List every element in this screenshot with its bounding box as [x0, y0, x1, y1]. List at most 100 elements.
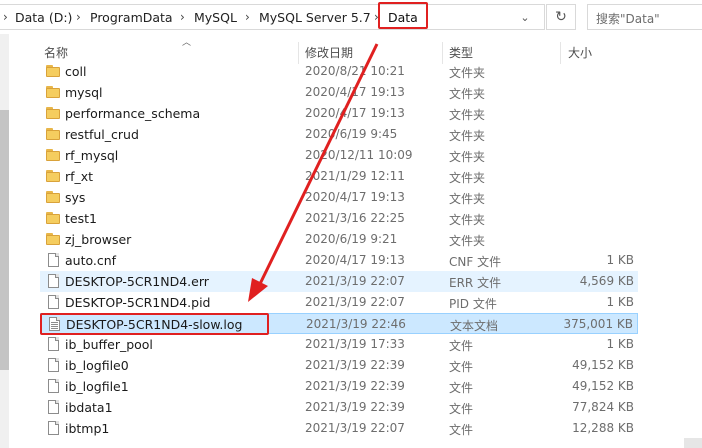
- file-name: ib_logfile0: [65, 358, 129, 373]
- file-type: 文件夹: [449, 87, 486, 101]
- file-icon: [46, 379, 60, 393]
- chevron-right-icon[interactable]: ›: [245, 10, 250, 24]
- file-row[interactable]: sys 2020/4/17 19:13 文件夹: [40, 187, 638, 208]
- file-name: restful_crud: [65, 127, 139, 142]
- folder-icon: [46, 127, 60, 141]
- file-row[interactable]: rf_mysql 2020/12/11 10:09 文件夹: [40, 145, 638, 166]
- file-row[interactable]: restful_crud 2020/6/19 9:45 文件夹: [40, 124, 638, 145]
- breadcrumb-item-programdata[interactable]: ProgramData: [90, 10, 173, 25]
- file-row[interactable]: coll 2020/8/21 10:21 文件夹: [40, 61, 638, 82]
- file-date: 2020/6/19 9:21: [305, 232, 398, 246]
- folder-icon: [46, 64, 60, 78]
- breadcrumb-item-mysql[interactable]: MySQL: [194, 10, 237, 25]
- scrollbar-corner[interactable]: [684, 438, 702, 448]
- file-type: 文件: [449, 339, 474, 353]
- file-date: 2021/1/29 12:11: [305, 169, 405, 183]
- chevron-right-icon[interactable]: ›: [76, 10, 81, 24]
- file-type: 文本文档: [450, 319, 499, 333]
- file-date: 2021/3/19 22:07: [305, 295, 405, 309]
- file-size: 1 KB: [606, 337, 634, 351]
- file-size: 375,001 KB: [563, 317, 633, 331]
- file-date: 2021/3/19 22:46: [306, 317, 406, 331]
- file-date: 2021/3/19 17:33: [305, 337, 405, 351]
- file-explorer-window: { "breadcrumb": { "items": ["Data (D:)",…: [0, 0, 702, 448]
- breadcrumb[interactable]: › Data (D:) › ProgramData › MySQL › MySQ…: [0, 4, 545, 30]
- file-size: 12,288 KB: [572, 421, 634, 435]
- file-type: PID 文件: [449, 297, 497, 311]
- file-type: 文件: [449, 381, 474, 395]
- search-input[interactable]: 搜索"Data": [587, 4, 702, 30]
- chevron-down-icon[interactable]: ⌄: [512, 4, 538, 30]
- file-date: 2021/3/16 22:25: [305, 211, 405, 225]
- file-type: 文件夹: [449, 213, 486, 227]
- file-type: 文件夹: [449, 108, 486, 122]
- file-name: DESKTOP-5CR1ND4.err: [65, 274, 209, 289]
- folder-icon: [46, 106, 60, 120]
- file-row[interactable]: mysql 2020/4/17 19:13 文件夹: [40, 82, 638, 103]
- chevron-right-icon[interactable]: ›: [180, 10, 185, 24]
- file-name: zj_browser: [65, 232, 132, 247]
- file-row[interactable]: auto.cnf 2020/4/17 19:13 CNF 文件 1 KB: [40, 250, 638, 271]
- file-row[interactable]: ib_logfile1 2021/3/19 22:39 文件 49,152 KB: [40, 376, 638, 397]
- file-name: performance_schema: [65, 106, 201, 121]
- column-name[interactable]: 名称: [44, 44, 68, 61]
- file-size: 1 KB: [606, 295, 634, 309]
- file-row[interactable]: zj_browser 2020/6/19 9:21 文件夹: [40, 229, 638, 250]
- annotation-box-slow-log: [40, 313, 269, 335]
- folder-icon: [46, 232, 60, 246]
- file-list: coll 2020/8/21 10:21 文件夹 mysql 2020/4/17 19:…: [40, 61, 638, 439]
- file-icon: [46, 400, 60, 414]
- nav-scrollbar-thumb[interactable]: [0, 110, 9, 370]
- file-size: 49,152 KB: [572, 358, 634, 372]
- file-type: 文件夹: [449, 234, 486, 248]
- file-row[interactable]: ib_logfile0 2021/3/19 22:39 文件 49,152 KB: [40, 355, 638, 376]
- file-date: 2020/4/17 19:13: [305, 85, 405, 99]
- refresh-icon[interactable]: ↻: [546, 4, 576, 30]
- file-size: 49,152 KB: [572, 379, 634, 393]
- file-row[interactable]: test1 2021/3/16 22:25 文件夹: [40, 208, 638, 229]
- column-size[interactable]: 大小: [568, 44, 592, 61]
- breadcrumb-item-drive[interactable]: Data (D:): [15, 10, 72, 25]
- file-icon: [46, 337, 60, 351]
- file-type: 文件夹: [449, 129, 486, 143]
- address-bar-row: › Data (D:) › ProgramData › MySQL › MySQ…: [0, 0, 702, 34]
- file-row[interactable]: ibdata1 2021/3/19 22:39 文件 77,824 KB: [40, 397, 638, 418]
- file-date: 2020/4/17 19:13: [305, 253, 405, 267]
- sort-ascending-icon: ︿: [182, 38, 192, 48]
- breadcrumb-item-mysql-server[interactable]: MySQL Server 5.7: [259, 10, 371, 25]
- file-row[interactable]: DESKTOP-5CR1ND4.pid 2021/3/19 22:07 PID 文件…: [40, 292, 638, 313]
- file-name: sys: [65, 190, 86, 205]
- chevron-right-icon[interactable]: ›: [3, 10, 8, 24]
- file-icon: [46, 358, 60, 372]
- column-date[interactable]: 修改日期: [305, 44, 353, 61]
- file-type: 文件夹: [449, 171, 486, 185]
- file-date: 2021/3/19 22:39: [305, 400, 405, 414]
- file-name: ibtmp1: [65, 421, 110, 436]
- file-name: auto.cnf: [65, 253, 117, 268]
- file-type: ERR 文件: [449, 276, 502, 290]
- file-name: rf_mysql: [65, 148, 119, 163]
- file-date: 2021/3/19 22:07: [305, 274, 405, 288]
- file-name: ib_logfile1: [65, 379, 129, 394]
- file-icon: [46, 274, 60, 288]
- file-type: 文件夹: [449, 150, 486, 164]
- file-name: coll: [65, 64, 87, 79]
- file-name: mysql: [65, 85, 103, 100]
- column-type[interactable]: 类型: [449, 44, 473, 61]
- file-row[interactable]: ib_buffer_pool 2021/3/19 17:33 文件 1 KB: [40, 334, 638, 355]
- file-row[interactable]: rf_xt 2021/1/29 12:11 文件夹: [40, 166, 638, 187]
- file-type: CNF 文件: [449, 255, 502, 269]
- file-type: 文件: [449, 402, 474, 416]
- file-icon: [46, 421, 60, 435]
- folder-icon: [46, 211, 60, 225]
- file-icon: [46, 295, 60, 309]
- annotation-box-data: [378, 2, 428, 29]
- file-name: ibdata1: [65, 400, 113, 415]
- file-row[interactable]: ibtmp1 2021/3/19 22:07 文件 12,288 KB: [40, 418, 638, 439]
- file-date: 2021/3/19 22:39: [305, 358, 405, 372]
- file-row[interactable]: performance_schema 2020/4/17 19:13 文件夹: [40, 103, 638, 124]
- folder-icon: [46, 169, 60, 183]
- folder-icon: [46, 148, 60, 162]
- file-row[interactable]: DESKTOP-5CR1ND4.err 2021/3/19 22:07 ERR 文件…: [40, 271, 638, 292]
- file-type: 文件夹: [449, 192, 486, 206]
